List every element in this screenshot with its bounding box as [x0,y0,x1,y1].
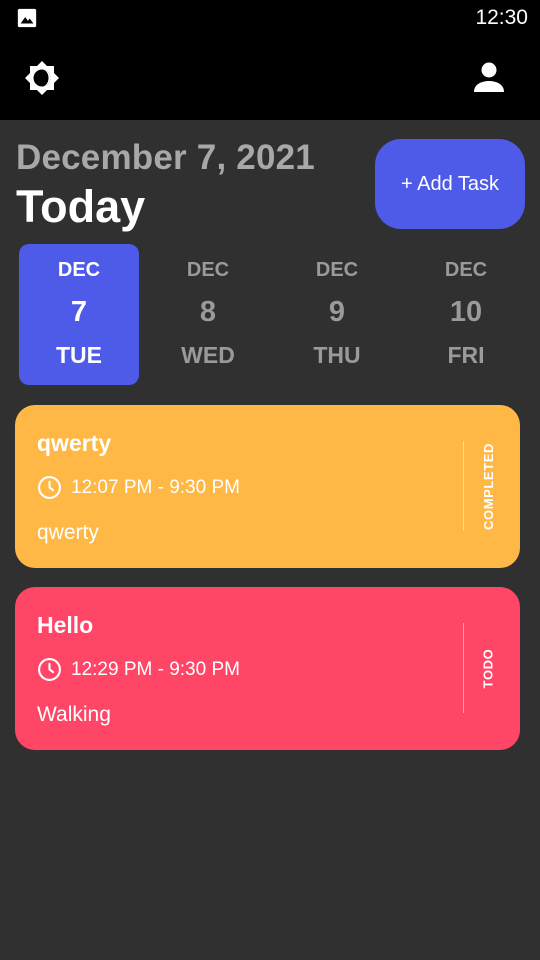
date-weekday: FRI [447,342,485,368]
profile-button[interactable] [471,60,507,96]
date-day: 7 [70,296,88,328]
date-weekday: WED [181,342,235,368]
clock-icon [38,476,61,499]
date-item[interactable]: DEC 9 THU [277,244,397,385]
current-date: December 7, 2021 [16,138,315,177]
date-month: DEC [57,259,101,281]
page-title: Today [16,181,146,232]
task-status: COMPLETED [480,442,496,530]
status-time: 12:30 [475,6,528,29]
task-divider [463,441,464,531]
task-status-container: TODO [473,623,503,713]
clock-icon [38,658,61,681]
date-item[interactable]: DEC 8 WED [148,244,268,385]
date-day: 10 [449,296,483,328]
date-item[interactable]: DEC 7 TUE [19,244,139,385]
image-icon [17,8,37,28]
task-note: qwerty [37,521,99,544]
task-time: 12:07 PM - 9:30 PM [71,476,240,498]
task-divider [463,623,464,713]
date-day: 9 [328,296,346,328]
date-month: DEC [186,259,230,281]
task-card[interactable]: Hello 12:29 PM - 9:30 PM Walking TODO [15,587,520,750]
task-card[interactable]: qwerty 12:07 PM - 9:30 PM qwerty COMPLET… [15,405,520,568]
date-month: DEC [315,259,359,281]
date-month: DEC [444,259,488,281]
date-item[interactable]: DEC 10 FRI [406,244,526,385]
date-weekday: THU [313,342,361,368]
brightness-icon [25,61,59,95]
task-time: 12:29 PM - 9:30 PM [71,658,240,680]
task-title: Hello [37,612,94,638]
app-bar [0,36,540,120]
task-time-row: 12:07 PM - 9:30 PM [37,475,240,500]
person-icon [474,62,504,92]
theme-toggle-button[interactable] [24,60,60,96]
task-note: Walking [37,703,111,726]
status-bar: 12:30 [0,0,540,36]
date-day: 8 [199,296,217,328]
task-time-row: 12:29 PM - 9:30 PM [37,657,240,682]
date-picker-strip: DEC 7 TUE DEC 8 WED DEC 9 THU DEC 10 FRI [0,244,540,386]
task-status-container: COMPLETED [473,441,503,531]
task-title: qwerty [37,430,112,456]
task-status: TODO [480,648,496,688]
add-task-button[interactable]: + Add Task [375,139,525,229]
date-weekday: TUE [56,342,102,368]
